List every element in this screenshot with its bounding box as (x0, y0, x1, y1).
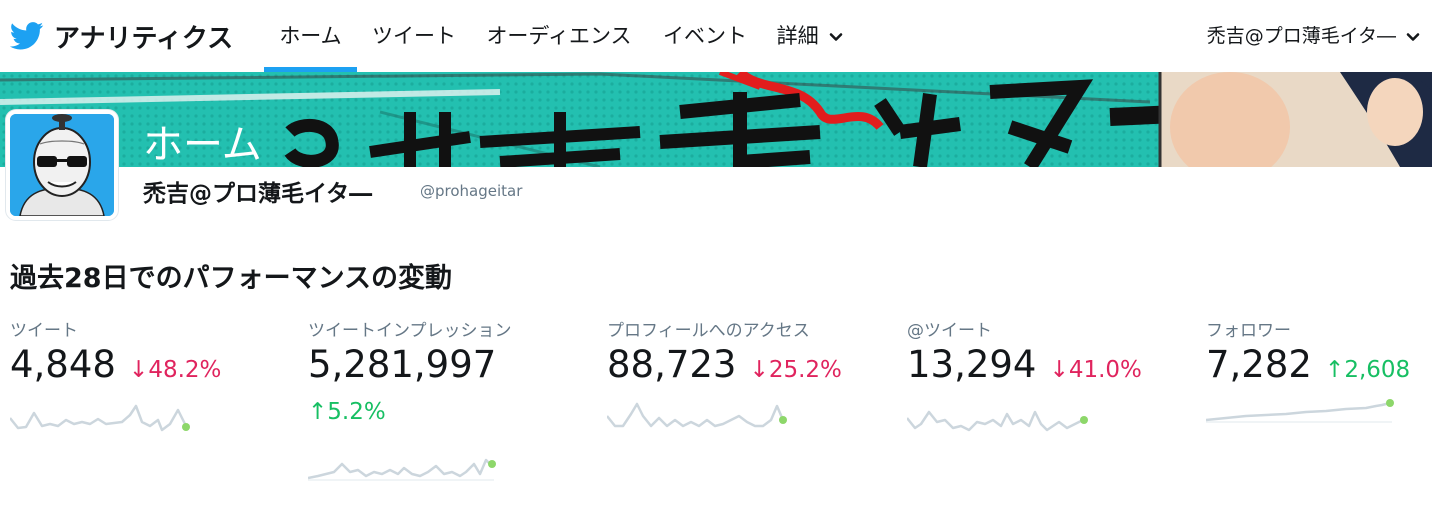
sparkline-end-point (779, 416, 787, 424)
metric-profile-visits[interactable]: プロフィールへのアクセス 88,723 ↓25.2% (607, 316, 897, 506)
metric-row: 7,282 ↑2,608 (1206, 343, 1432, 387)
metric-change: ↓41.0% (1050, 357, 1142, 383)
profile-handle: @prohageitar (420, 182, 523, 200)
sparkline-end-point (1080, 416, 1088, 424)
arrow-down-icon: ↓ (129, 357, 149, 383)
brand-title: アナリティクス (54, 23, 234, 54)
metric-mentions[interactable]: @ツイート 13,294 ↓41.0% (907, 316, 1197, 506)
metric-impressions[interactable]: ツイートインプレッション 5,281,997 ↑5.2% (308, 316, 598, 506)
metric-row: 88,723 ↓25.2% (607, 343, 897, 387)
tab-more-label: 詳細 (776, 24, 819, 48)
metric-change: ↑2,608 (1325, 357, 1410, 383)
metric-change-value: 5.2% (327, 399, 386, 425)
metric-change: ↓25.2% (750, 357, 842, 383)
metric-row: 5,281,997 (308, 343, 598, 387)
sparkline-end-point (1386, 399, 1394, 407)
tab-tweets[interactable]: ツイート (366, 0, 462, 72)
metric-label: フォロワー (1206, 321, 1291, 341)
sparkline-chart (607, 402, 787, 428)
sparkline-chart (10, 404, 190, 432)
metric-label: ツイートインプレッション (308, 321, 512, 341)
tab-events-label: イベント (663, 24, 747, 48)
account-name: 禿吉@プロ薄毛イタ― (1206, 25, 1396, 47)
metric-tweets[interactable]: ツイート 4,848 ↓48.2% (10, 316, 300, 506)
sparkline-chart (907, 410, 1088, 432)
tab-audience[interactable]: オーディエンス (478, 0, 640, 72)
metric-value: 5,281,997 (308, 343, 497, 386)
metric-label: @ツイート (907, 321, 992, 341)
metric-label: ツイート (10, 321, 78, 341)
sparkline-chart (308, 458, 496, 481)
tab-home-label: ホーム (279, 24, 342, 48)
metric-label: プロフィールへのアクセス (607, 321, 810, 341)
metric-row: 4,848 ↓48.2% (10, 343, 300, 387)
brand[interactable]: アナリティクス (10, 16, 233, 56)
arrow-up-icon: ↑ (1325, 357, 1345, 383)
arrow-up-icon: ↑ (308, 399, 328, 425)
metric-change-value: 2,608 (1344, 357, 1411, 383)
arrow-down-icon: ↓ (749, 357, 769, 383)
metric-change: ↑5.2% (308, 399, 598, 425)
sparkline-line (10, 404, 188, 432)
avatar-image (10, 114, 114, 216)
profile-name: 禿吉@プロ薄毛イタ― (143, 181, 373, 207)
sparkline-chart (1206, 399, 1394, 423)
metric-value: 88,723 (607, 343, 737, 386)
metric-value: 13,294 (907, 343, 1037, 386)
twitter-bird-icon (10, 22, 44, 50)
sparkline-line (607, 402, 785, 428)
account-menu[interactable]: 禿吉@プロ薄毛イタ― (1207, 0, 1420, 72)
chevron-down-icon (830, 33, 843, 41)
metric-change-value: 48.2% (148, 357, 222, 383)
chevron-down-icon (1406, 32, 1420, 41)
tab-more[interactable]: 詳細 (770, 0, 850, 72)
tab-events[interactable]: イベント (656, 0, 754, 72)
sparkline-line (907, 410, 1084, 432)
metric-change: ↓48.2% (129, 357, 221, 383)
section-title: 過去28日でのパフォーマンスの変動 (10, 263, 453, 294)
avatar[interactable] (6, 110, 118, 220)
sparkline-end-point (488, 460, 496, 468)
sparkline-line (1206, 401, 1391, 422)
sparkline-line (308, 458, 493, 480)
profile-banner: ホーム (0, 72, 1432, 167)
tab-audience-label: オーディエンス (486, 24, 632, 48)
banner-title: ホーム (143, 122, 262, 167)
metric-followers[interactable]: フォロワー 7,282 ↑2,608 (1206, 316, 1432, 506)
metric-row: 13,294 ↓41.0% (907, 343, 1197, 387)
metric-value: 7,282 (1206, 343, 1312, 386)
tab-home[interactable]: ホーム (264, 0, 357, 72)
metric-change-value: 25.2% (768, 357, 842, 383)
tab-tweets-label: ツイート (372, 24, 456, 48)
arrow-down-icon: ↓ (1049, 357, 1069, 383)
metric-change-value: 41.0% (1068, 357, 1142, 383)
metric-value: 4,848 (10, 343, 116, 386)
sparkline-end-point (182, 423, 190, 431)
top-navigation: アナリティクス ホーム ツイート オーディエンス イベント 詳細 禿吉@プロ薄毛… (0, 0, 1432, 72)
